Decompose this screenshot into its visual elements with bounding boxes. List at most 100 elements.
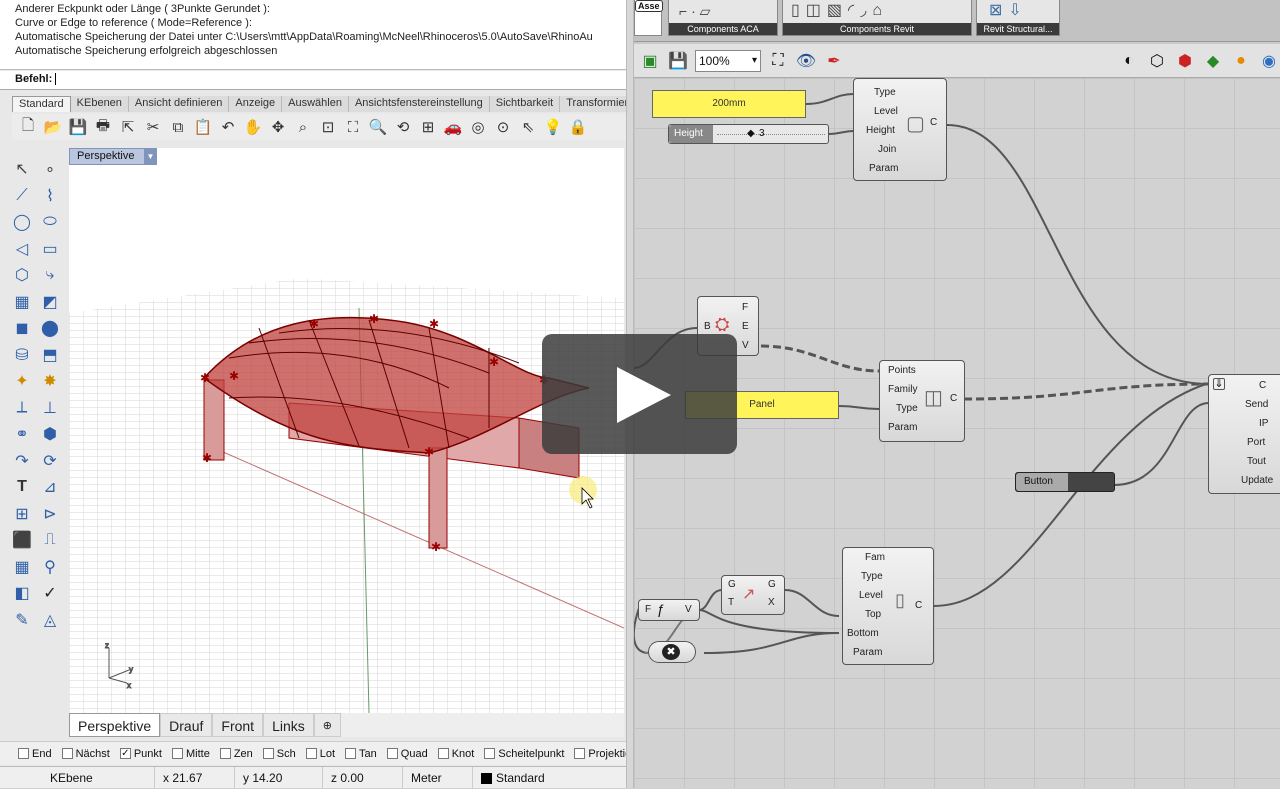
wireframe-icon[interactable]: ⬡ — [1146, 50, 1168, 72]
osnap-checkbox[interactable]: ✓ — [119, 748, 131, 759]
osnap-checkbox[interactable] — [437, 748, 449, 759]
measure-icon[interactable]: ⎍ — [36, 527, 64, 554]
chevron-down-icon[interactable]: ▼ — [144, 149, 157, 164]
extrude-icon[interactable]: ⬒ — [36, 342, 64, 369]
osnap-checkbox[interactable] — [61, 748, 73, 759]
car-icon[interactable]: 🚗 — [442, 116, 464, 138]
command-prompt[interactable]: Befehl: — [0, 71, 628, 90]
ribbon-group-asse[interactable]: Asse — [634, 0, 663, 36]
tab-drauf[interactable]: Drauf — [160, 713, 213, 737]
zoom-selected-icon[interactable]: 🔍 — [367, 116, 389, 138]
preview-eye-icon[interactable]: 👁 — [795, 50, 817, 72]
osnap-option[interactable]: Sch — [262, 748, 296, 760]
aca-icon[interactable]: ⌐ · ▱ — [679, 3, 710, 20]
tab-transformieren[interactable]: Transformier — [560, 96, 628, 112]
lock-icon[interactable]: 🔒 — [567, 116, 589, 138]
four-views-icon[interactable]: ⊞ — [417, 116, 439, 138]
display-mode-icon[interactable]: ◐ — [1118, 50, 1140, 72]
ribbon-group-structural[interactable]: ⊠⇩ Revit Structural... — [976, 0, 1060, 36]
orient-icon[interactable]: ↷ — [8, 448, 36, 475]
group-icon[interactable]: ⚭ — [8, 421, 36, 448]
tab-anzeige[interactable]: Anzeige — [229, 96, 283, 112]
dimension-icon[interactable]: ⊿ — [36, 474, 64, 501]
tab-kebenen[interactable]: KEbenen — [70, 96, 129, 112]
move-icon[interactable]: ✥ — [267, 116, 289, 138]
height-slider[interactable]: Height ◆ 3 — [668, 124, 829, 144]
select-icon[interactable]: ⇖ — [517, 116, 539, 138]
save-icon[interactable]: 💾 — [67, 116, 89, 138]
osnap-option[interactable]: Zen — [219, 748, 253, 760]
osnap-checkbox[interactable] — [574, 748, 586, 759]
tab-auswaehlen[interactable]: Auswählen — [282, 96, 349, 112]
polyline-icon[interactable]: ⟋ — [8, 183, 36, 210]
box-icon[interactable]: ◼ — [8, 315, 36, 342]
render-icon[interactable]: ◎ — [467, 116, 489, 138]
grip-icon[interactable]: ◬ — [36, 607, 64, 634]
osnap-checkbox[interactable] — [171, 748, 183, 759]
tab-links[interactable]: Links — [263, 713, 314, 737]
print-icon[interactable]: 🖶 — [92, 116, 114, 138]
osnap-option[interactable]: ✓ Punkt — [119, 748, 162, 760]
boolean-icon[interactable]: ✦ — [8, 368, 36, 395]
select-arrow-icon[interactable]: ↖ — [8, 156, 36, 183]
rotate-view-icon[interactable]: ⟲ — [392, 116, 414, 138]
undo-icon[interactable]: ↶ — [217, 116, 239, 138]
osnap-option[interactable]: Tan — [345, 748, 377, 760]
status-active-layer[interactable]: Standard — [473, 767, 603, 789]
mirror-icon[interactable]: ⊳ — [36, 501, 64, 528]
osnap-checkbox[interactable] — [386, 748, 398, 759]
tab-ansicht-definieren[interactable]: Ansicht definieren — [128, 96, 230, 112]
pan-hand-icon[interactable]: ✋ — [242, 116, 264, 138]
zoom-window-icon[interactable]: ⊡ — [317, 116, 339, 138]
fillet-icon[interactable]: ⤷ — [36, 262, 64, 289]
slider-grip-icon[interactable]: ◆ — [747, 127, 755, 141]
explode-icon[interactable]: ✸ — [36, 368, 64, 395]
osnap-checkbox[interactable] — [484, 748, 496, 759]
osnap-option[interactable]: Lot — [305, 748, 335, 760]
ribbon-group-revit[interactable]: ▯◫▧◜◞⌂ Components Revit — [782, 0, 972, 36]
perspective-viewport[interactable]: ✱✱✱ ✱✱✱ ✱✱✱✱ zyx Perspektive ▼ — [69, 148, 624, 713]
text-icon[interactable]: T — [8, 474, 36, 501]
osnap-checkbox[interactable] — [262, 748, 274, 759]
osnap-checkbox[interactable] — [345, 748, 357, 759]
ellipse-icon[interactable]: ⬭ — [36, 209, 64, 236]
split-icon[interactable]: ⟂ — [8, 395, 36, 422]
component-vector[interactable]: G T ↗ G X — [721, 575, 785, 615]
component-null[interactable]: ✖ — [648, 641, 696, 663]
block-icon[interactable]: ⬛ — [8, 527, 36, 554]
tab-perspektive[interactable]: Perspektive — [69, 713, 161, 737]
shaded-icon[interactable]: ⬢ — [1174, 50, 1196, 72]
paint-icon[interactable]: ✎ — [8, 607, 36, 634]
panel-200mm[interactable]: 200mm — [652, 90, 806, 118]
save-file-icon[interactable]: 💾 — [667, 50, 689, 72]
export-icon[interactable]: ⇱ — [117, 116, 139, 138]
component-wall[interactable]: Type Level Height Join Param ▢ C — [853, 78, 947, 181]
video-play-button[interactable] — [542, 334, 737, 454]
osnap-checkbox[interactable] — [305, 748, 317, 759]
component-column[interactable]: Fam Type Level Top Bottom Param ▯ C — [842, 547, 934, 665]
zoom-icon[interactable]: ⌕ — [292, 116, 314, 138]
osnap-option[interactable]: Projektion — [574, 748, 628, 760]
array-icon[interactable]: ⊞ — [8, 501, 36, 528]
copy-icon[interactable]: ⧉ — [167, 116, 189, 138]
properties-icon[interactable]: ⊙ — [492, 116, 514, 138]
trim-icon[interactable]: ⊥ — [36, 395, 64, 422]
osnap-checkbox[interactable] — [219, 748, 231, 759]
rectangle-icon[interactable]: ▭ — [36, 236, 64, 263]
tab-front[interactable]: Front — [212, 713, 264, 737]
loft-icon[interactable]: ◩ — [36, 289, 64, 316]
new-file-icon[interactable]: 🗋 — [17, 116, 39, 138]
command-input[interactable] — [55, 73, 57, 86]
osnap-option[interactable]: Quad — [386, 748, 428, 760]
point-icon[interactable]: ∘ — [36, 156, 64, 183]
tab-sichtbarkeit[interactable]: Sichtbarkeit — [489, 96, 561, 112]
polygon-icon[interactable]: ⬡ — [8, 262, 36, 289]
revit-icons[interactable]: ▯◫▧◜◞⌂ — [791, 0, 888, 20]
selected-preview-icon[interactable]: ◆ — [1202, 50, 1224, 72]
add-viewport-icon[interactable]: ⊕ — [313, 713, 341, 737]
open-file-icon[interactable]: ▣ — [639, 50, 661, 72]
cylinder-icon[interactable]: ⛁ — [8, 342, 36, 369]
ribbon-group-aca[interactable]: ⌐ · ▱ Components ACA — [668, 0, 778, 36]
zoom-extents-icon[interactable]: ⛶ — [767, 50, 789, 72]
analyze-icon[interactable]: ⚲ — [36, 554, 64, 581]
